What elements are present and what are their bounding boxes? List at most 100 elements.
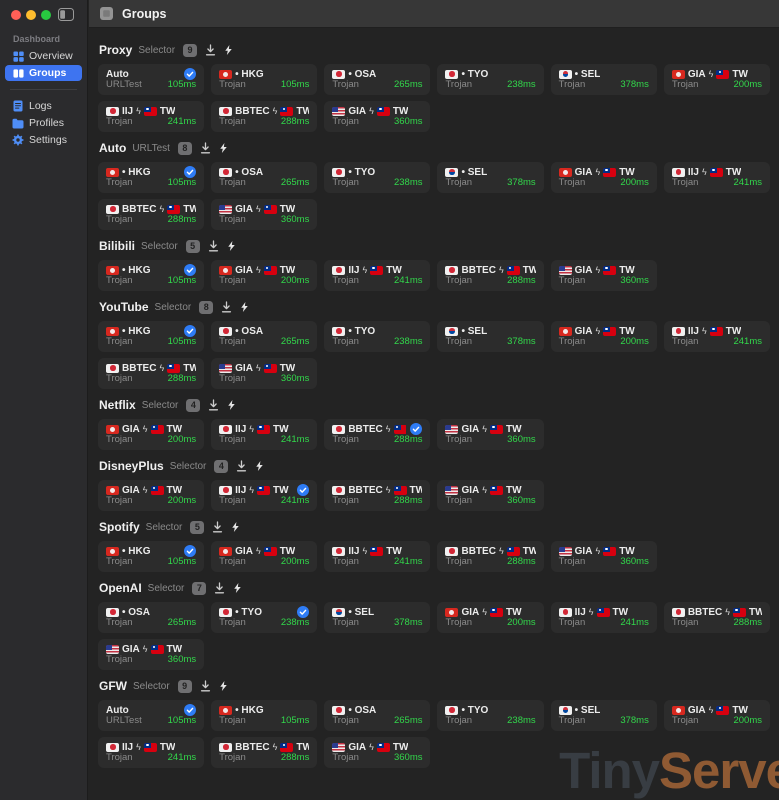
bolt-icon[interactable] [219, 680, 228, 692]
proxy-card[interactable]: GIAϟTWTrojan360ms [324, 737, 430, 768]
proxy-card[interactable]: BBTECϟTWTrojan288ms [324, 480, 430, 511]
tw-flag-icon [151, 645, 164, 654]
proxy-card[interactable]: IIJϟTWTrojan241ms [664, 321, 770, 352]
latency-test-icon[interactable] [205, 44, 216, 56]
latency-test-icon[interactable] [200, 142, 211, 154]
proxy-card[interactable]: GIAϟTWTrojan200ms [551, 162, 657, 193]
relay-arrow: ϟ [595, 546, 600, 556]
latency-test-icon[interactable] [236, 460, 247, 472]
minimize-button[interactable] [26, 10, 36, 20]
close-button[interactable] [11, 10, 21, 20]
titlebar: Groups [89, 0, 779, 28]
latency-test-icon[interactable] [208, 399, 219, 411]
proxy-card[interactable]: GIAϟTWTrojan200ms [98, 480, 204, 511]
sidebar-toggle-icon[interactable] [58, 8, 74, 26]
proxy-card[interactable]: • SELTrojan378ms [437, 162, 543, 193]
proxy-card[interactable]: GIAϟTWTrojan200ms [551, 321, 657, 352]
proxy-card[interactable]: • OSATrojan265ms [211, 321, 317, 352]
group-mode-label: Selector [142, 400, 179, 411]
proxy-card[interactable]: GIAϟTWTrojan360ms [437, 419, 543, 450]
proxy-name-text: TW [506, 424, 522, 435]
bolt-icon[interactable] [224, 44, 233, 56]
proxy-card[interactable]: IIJϟTWTrojan241ms [98, 737, 204, 768]
proxy-card[interactable]: • OSATrojan265ms [98, 602, 204, 633]
sidebar-item-profiles[interactable]: Profiles [5, 115, 82, 131]
proxy-card[interactable]: AutoURLTest105ms [98, 64, 204, 95]
proxy-card[interactable]: • HKGTrojan105ms [211, 64, 317, 95]
proxy-card[interactable]: GIAϟTWTrojan200ms [664, 700, 770, 731]
proxy-card[interactable]: GIAϟTWTrojan200ms [211, 260, 317, 291]
latency-test-icon[interactable] [214, 582, 225, 594]
bolt-icon[interactable] [227, 240, 236, 252]
proxy-card[interactable]: GIAϟTWTrojan360ms [324, 101, 430, 132]
proxy-card[interactable]: BBTECϟTWTrojan288ms [324, 419, 430, 450]
proxy-card[interactable]: • SELTrojan378ms [551, 700, 657, 731]
proxy-card[interactable]: BBTECϟTWTrojan288ms [437, 541, 543, 572]
proxy-card[interactable]: GIAϟTWTrojan360ms [211, 199, 317, 230]
latency-test-icon[interactable] [208, 240, 219, 252]
proxy-card[interactable]: • OSATrojan265ms [211, 162, 317, 193]
jp-flag-icon [219, 327, 232, 336]
proxy-card[interactable]: • HKGTrojan105ms [98, 260, 204, 291]
proxy-card[interactable]: • SELTrojan378ms [437, 321, 543, 352]
bolt-icon[interactable] [240, 301, 249, 313]
proxy-card[interactable]: • SELTrojan378ms [324, 602, 430, 633]
proxy-card[interactable]: • TYOTrojan238ms [324, 321, 430, 352]
bolt-icon[interactable] [255, 460, 264, 472]
proxy-card[interactable]: • HKGTrojan105ms [98, 541, 204, 572]
proxy-card[interactable]: GIAϟTWTrojan360ms [98, 639, 204, 670]
proxy-card[interactable]: • HKGTrojan105ms [98, 162, 204, 193]
proxy-card[interactable]: GIAϟTWTrojan360ms [551, 541, 657, 572]
proxy-card[interactable]: • TYOTrojan238ms [324, 162, 430, 193]
proxy-card[interactable]: GIAϟTWTrojan200ms [98, 419, 204, 450]
proxy-card[interactable]: IIJϟTWTrojan241ms [324, 541, 430, 572]
tw-flag-icon [280, 743, 293, 752]
proxy-card[interactable]: BBTECϟTWTrojan288ms [664, 602, 770, 633]
proxy-card[interactable]: BBTECϟTWTrojan288ms [211, 101, 317, 132]
group-mode-label: Selector [170, 461, 207, 472]
proxy-card[interactable]: • TYOTrojan238ms [437, 700, 543, 731]
proxy-name-text: • SEL [461, 167, 487, 178]
bolt-icon[interactable] [227, 399, 236, 411]
proxy-card[interactable]: GIAϟTWTrojan360ms [437, 480, 543, 511]
proxy-card[interactable]: • SELTrojan378ms [551, 64, 657, 95]
bolt-icon[interactable] [233, 582, 242, 594]
latency-test-icon[interactable] [200, 680, 211, 692]
proxy-card[interactable]: IIJϟTWTrojan241ms [98, 101, 204, 132]
sidebar-item-groups[interactable]: Groups [5, 65, 82, 81]
bolt-icon[interactable] [231, 521, 240, 533]
proxy-card[interactable]: BBTECϟTWTrojan288ms [437, 260, 543, 291]
proxy-card[interactable]: • HKGTrojan105ms [211, 700, 317, 731]
proxy-card[interactable]: IIJϟTWTrojan241ms [211, 419, 317, 450]
latency-test-icon[interactable] [221, 301, 232, 313]
proxy-card[interactable]: • OSATrojan265ms [324, 700, 430, 731]
proxy-card[interactable]: AutoURLTest105ms [98, 700, 204, 731]
proxy-name: IIJϟTW [106, 742, 175, 753]
proxy-card[interactable]: GIAϟTWTrojan360ms [551, 260, 657, 291]
latency-test-icon[interactable] [212, 521, 223, 533]
proxy-card[interactable]: GIAϟTWTrojan360ms [211, 358, 317, 389]
proxy-card[interactable]: IIJϟTWTrojan241ms [211, 480, 317, 511]
bolt-icon[interactable] [219, 142, 228, 154]
jp-flag-icon [106, 107, 119, 116]
proxy-card[interactable]: IIJϟTWTrojan241ms [551, 602, 657, 633]
zoom-button[interactable] [41, 10, 51, 20]
proxy-card[interactable]: BBTECϟTWTrojan288ms [98, 358, 204, 389]
proxy-card[interactable]: IIJϟTWTrojan241ms [324, 260, 430, 291]
proxy-card[interactable]: GIAϟTWTrojan200ms [664, 64, 770, 95]
proxy-card[interactable]: • TYOTrojan238ms [437, 64, 543, 95]
proxy-card[interactable]: BBTECϟTWTrojan288ms [98, 199, 204, 230]
proxy-card[interactable]: BBTECϟTWTrojan288ms [211, 737, 317, 768]
group-name: Netflix [99, 398, 136, 412]
proxy-card[interactable]: • TYOTrojan238ms [211, 602, 317, 633]
app-window: Dashboard Overview Groups Logs Profiles [0, 0, 779, 800]
sidebar-item-overview[interactable]: Overview [5, 48, 82, 64]
proxy-card[interactable]: GIAϟTWTrojan200ms [211, 541, 317, 572]
proxy-card[interactable]: • OSATrojan265ms [324, 64, 430, 95]
sidebar-item-settings[interactable]: Settings [5, 132, 82, 148]
proxy-latency: 241ms [168, 753, 197, 763]
proxy-card[interactable]: IIJϟTWTrojan241ms [664, 162, 770, 193]
sidebar-item-logs[interactable]: Logs [5, 98, 82, 114]
proxy-card[interactable]: • HKGTrojan105ms [98, 321, 204, 352]
proxy-card[interactable]: GIAϟTWTrojan200ms [437, 602, 543, 633]
